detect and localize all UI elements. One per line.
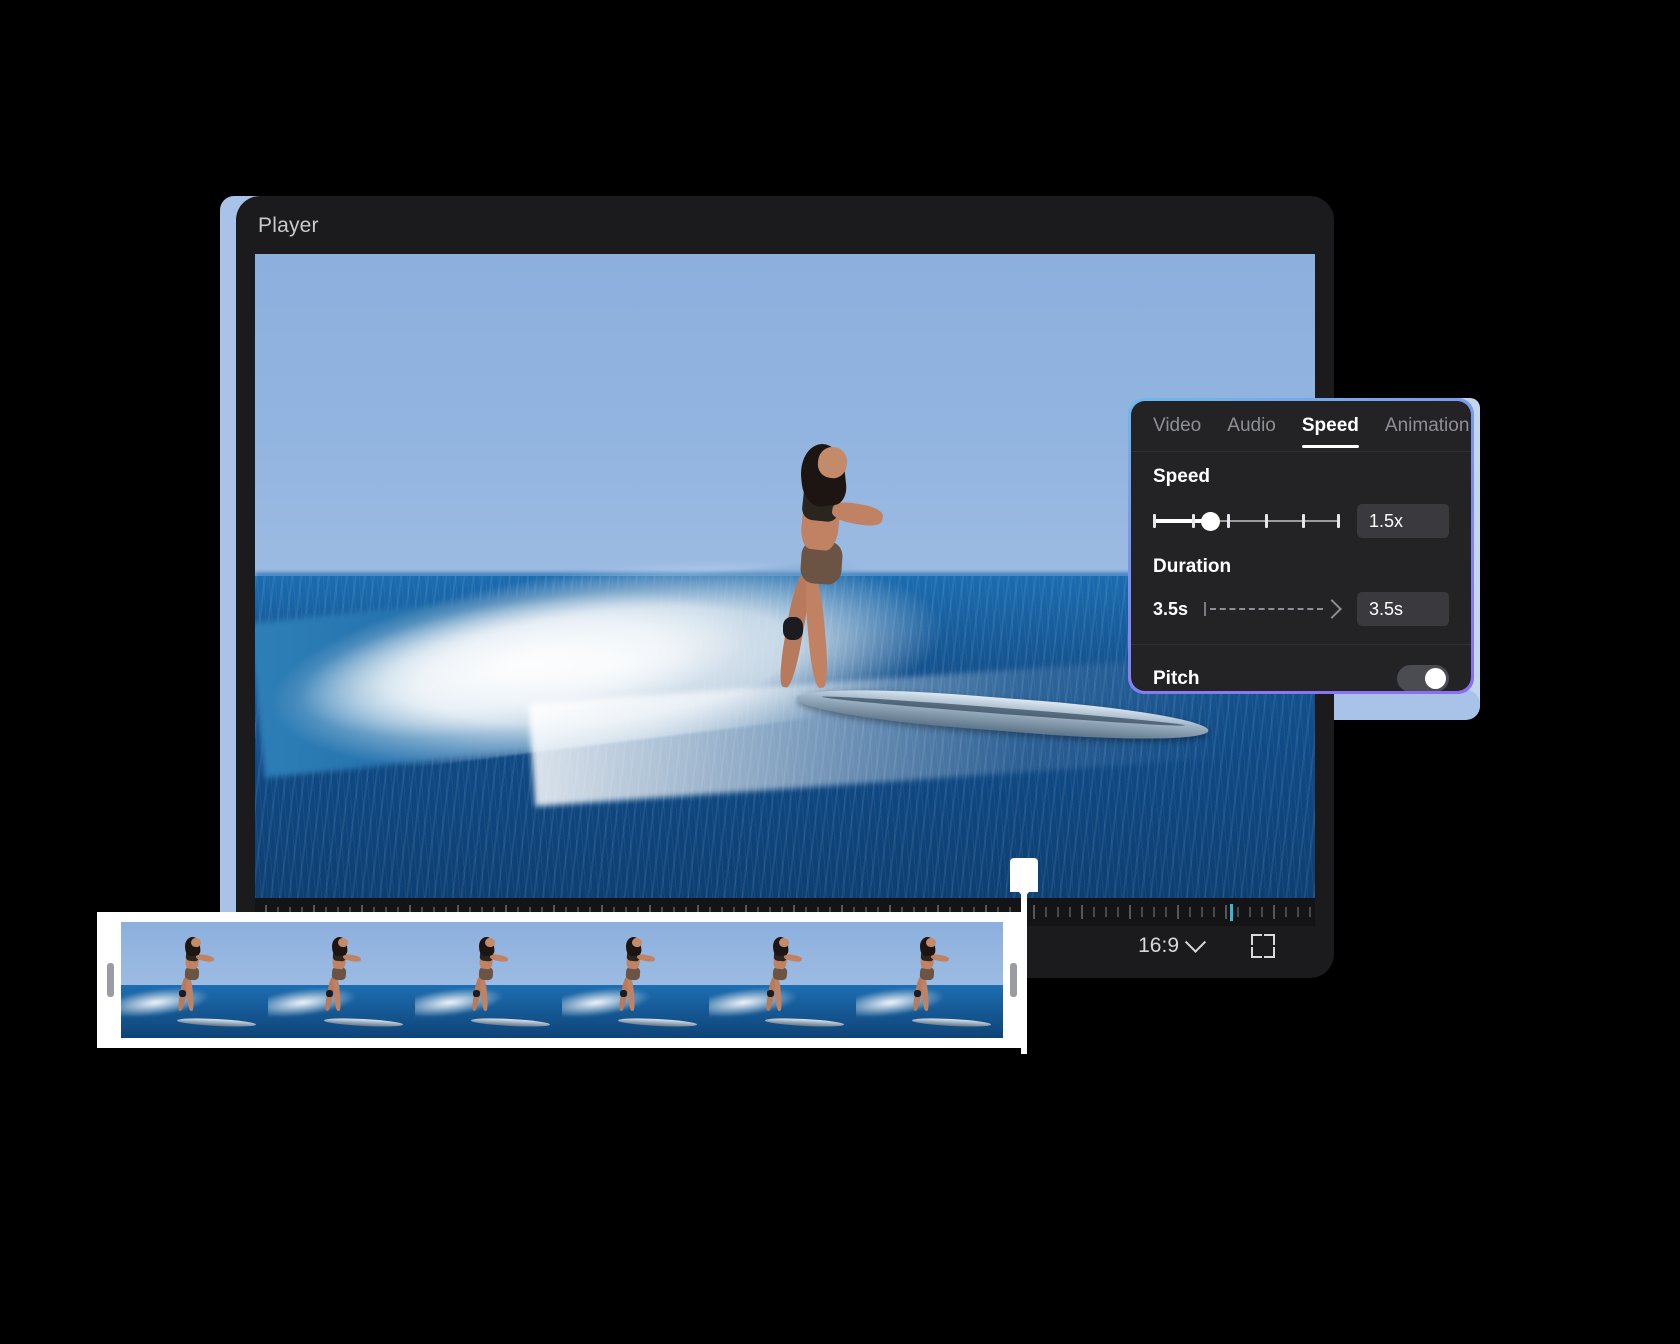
ruler-tick xyxy=(1201,907,1203,917)
settings-tabs: Video Audio Speed Animation xyxy=(1131,401,1471,448)
duration-from-value: 3.5s xyxy=(1153,598,1189,619)
filmstrip-frame[interactable] xyxy=(562,922,709,1038)
arrow-right-dashed-icon xyxy=(1204,599,1342,619)
slider-fill xyxy=(1153,519,1207,523)
frame-surfer xyxy=(600,936,659,1024)
playhead-line xyxy=(1021,888,1027,1054)
filmstrip-frame[interactable] xyxy=(268,922,415,1038)
surfer-front-leg xyxy=(803,574,830,689)
speed-settings-panel-inner: Video Audio Speed Animation Speed 1.5x D… xyxy=(1131,401,1471,691)
ruler-tick xyxy=(1213,907,1215,917)
duration-section-label: Duration xyxy=(1153,556,1232,577)
duration-value-field[interactable]: 3.5s xyxy=(1357,592,1449,626)
pitch-label: Pitch xyxy=(1153,667,1200,689)
slider-tick xyxy=(1264,514,1268,528)
screenshot-root: Player 16:9 Video Audio Speed Animation … xyxy=(0,0,1680,1344)
ruler-tick xyxy=(1153,907,1155,917)
pitch-toggle-knob xyxy=(1425,668,1446,689)
ruler-tick xyxy=(1261,907,1263,917)
ruler-tick xyxy=(1225,905,1227,919)
slider-tick xyxy=(1337,514,1341,528)
slider-thumb[interactable] xyxy=(1201,512,1221,531)
panel-divider xyxy=(1131,644,1471,645)
aspect-ratio-button[interactable]: 16:9 xyxy=(1138,931,1207,958)
ruler-tick xyxy=(1285,907,1287,917)
slider-tick xyxy=(1153,514,1156,528)
fullscreen-icon[interactable] xyxy=(1251,934,1275,958)
ruler-tick xyxy=(1141,907,1143,917)
speed-value-field[interactable]: 1.5x xyxy=(1357,504,1449,538)
timeline-playhead[interactable] xyxy=(1010,858,1038,1054)
speed-control-row: 1.5x xyxy=(1153,504,1449,538)
aspect-ratio-label: 16:9 xyxy=(1138,934,1179,957)
filmstrip-frame[interactable] xyxy=(415,922,562,1038)
ruler-tick xyxy=(1309,907,1311,917)
timeline-clip-card xyxy=(97,912,1027,1048)
filmstrip[interactable] xyxy=(121,922,1003,1038)
ruler-tick xyxy=(1297,907,1299,917)
ruler-tick xyxy=(1129,905,1131,919)
speed-slider[interactable] xyxy=(1153,510,1341,532)
player-titlebar: Player xyxy=(236,196,1334,258)
slider-tick xyxy=(1227,514,1231,528)
ruler-tick xyxy=(1273,905,1275,919)
playhead-handle[interactable] xyxy=(1010,858,1038,898)
ruler-tick xyxy=(1093,907,1095,917)
ruler-tick xyxy=(1165,907,1167,917)
tab-animation[interactable]: Animation xyxy=(1385,415,1470,448)
surfer-knee-brace xyxy=(782,617,803,640)
pitch-row: Pitch xyxy=(1131,665,1471,691)
ruler-tick xyxy=(1081,905,1083,919)
tab-video[interactable]: Video xyxy=(1153,415,1201,448)
ruler-tick xyxy=(1249,907,1251,917)
pitch-toggle[interactable] xyxy=(1397,665,1449,691)
ruler-tick xyxy=(1105,907,1107,917)
frame-surfer xyxy=(747,936,806,1024)
speed-section-label: Speed xyxy=(1153,466,1211,487)
ruler-tick xyxy=(1117,907,1119,917)
ruler-tick xyxy=(1045,907,1047,917)
frame-surfer xyxy=(306,936,365,1024)
ruler-tick xyxy=(1189,907,1191,917)
speed-settings-panel: Video Audio Speed Animation Speed 1.5x D… xyxy=(1128,398,1474,694)
filmstrip-frame[interactable] xyxy=(709,922,856,1038)
tab-audio[interactable]: Audio xyxy=(1227,415,1276,448)
filmstrip-frame[interactable] xyxy=(856,922,1003,1038)
trim-handle-left[interactable] xyxy=(107,963,114,997)
duration-control-row: 3.5s 3.5s xyxy=(1153,592,1449,626)
tabs-divider xyxy=(1131,451,1471,452)
frame-surfer xyxy=(894,936,953,1024)
speed-section: Speed 1.5x Duration 3.5s 3.5s xyxy=(1131,466,1471,626)
scene-surfer xyxy=(727,442,897,730)
ruler-playhead-marker xyxy=(1230,904,1233,921)
slider-tick xyxy=(1301,514,1305,528)
ruler-tick xyxy=(1069,907,1071,917)
ruler-tick xyxy=(1057,907,1059,917)
frame-surfer xyxy=(453,936,512,1024)
ruler-tick xyxy=(1237,907,1239,917)
tab-speed[interactable]: Speed xyxy=(1301,415,1359,448)
filmstrip-frame[interactable] xyxy=(121,922,268,1038)
ruler-tick xyxy=(1177,905,1179,919)
slider-tick xyxy=(1192,514,1196,528)
page-title: Player xyxy=(258,214,319,237)
frame-surfer xyxy=(159,936,218,1024)
chevron-down-icon xyxy=(1184,931,1207,953)
